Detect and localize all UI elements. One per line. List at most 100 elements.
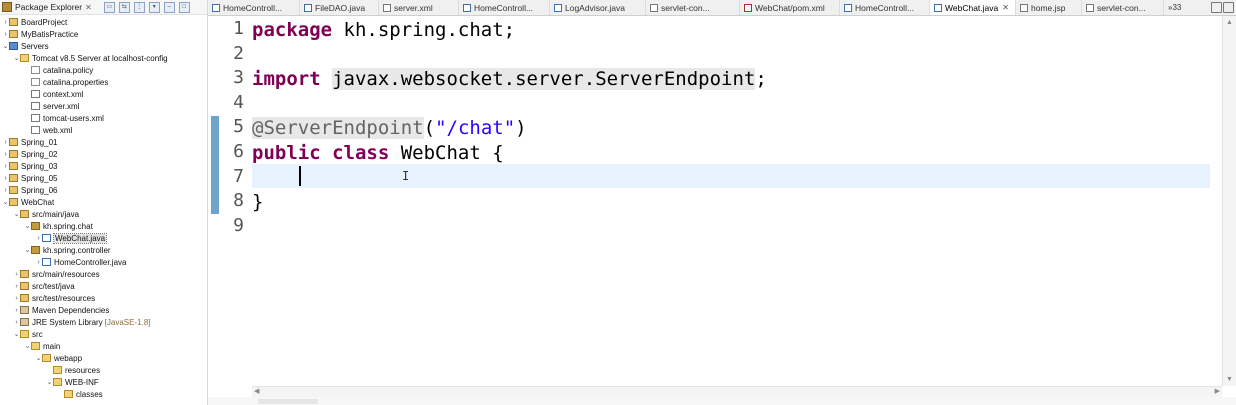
tree-item[interactable]: ⌄ main (0, 340, 207, 352)
expanded-chevron-icon[interactable]: ⌄ (24, 246, 31, 254)
tree-item[interactable]: ⌄ Servers (0, 40, 207, 52)
collapsed-chevron-icon[interactable]: › (35, 235, 42, 242)
tree-item[interactable]: catalina.policy (0, 64, 207, 76)
editor-tab[interactable]: FileDAO.java (300, 0, 379, 15)
tree-item[interactable]: › BoardProject (0, 16, 207, 28)
editor-tab[interactable]: server.xml (379, 0, 459, 15)
tree-item[interactable]: ⌄ webapp (0, 352, 207, 364)
filter-icon[interactable]: ⋮ (133, 1, 145, 13)
code-editor[interactable]: 1 2 34 5 6 7 89 package kh.spring.chat; import… (208, 16, 1222, 386)
expanded-chevron-icon[interactable]: ⌄ (35, 354, 42, 362)
scroll-down-icon[interactable]: ▼ (1226, 376, 1233, 383)
maximize-icon[interactable]: □ (178, 1, 190, 13)
tree-item[interactable]: › MyBatisPractice (0, 28, 207, 40)
close-icon[interactable]: ✕ (1002, 3, 1009, 12)
bottom-scroll-thumb[interactable] (258, 399, 318, 404)
tree-item[interactable]: ⌄ src/main/java (0, 208, 207, 220)
tree-item[interactable]: server.xml (0, 100, 207, 112)
collapsed-chevron-icon[interactable]: › (13, 295, 20, 302)
editor-tab[interactable]: LogAdvisor.java (550, 0, 646, 15)
tree-item[interactable]: ⌄ WEB-INF (0, 376, 207, 388)
java-file-icon (304, 3, 312, 12)
line-number: 5 (233, 116, 244, 138)
tree-item[interactable]: › Maven Dependencies (0, 304, 207, 316)
package-explorer-title[interactable]: Package Explorer (15, 2, 82, 12)
collapsed-chevron-icon[interactable]: › (13, 319, 20, 326)
collapsed-chevron-icon[interactable]: › (2, 151, 9, 158)
tree-item[interactable]: web.xml (0, 124, 207, 136)
tree-item[interactable]: context.xml (0, 88, 207, 100)
tree-item-label: catalina.properties (43, 77, 109, 87)
code-line-3[interactable]: import javax.websocket.server.ServerEndp… (252, 67, 767, 91)
expanded-chevron-icon[interactable]: ⌄ (24, 342, 31, 350)
collapse-all-icon[interactable]: ▭ (103, 1, 115, 13)
line-number: 2 (233, 42, 244, 64)
expanded-chevron-icon[interactable]: ⌄ (2, 198, 9, 206)
tree-item[interactable]: classes (0, 388, 207, 400)
close-icon[interactable]: ✕ (85, 3, 92, 12)
collapsed-chevron-icon[interactable]: › (2, 163, 9, 170)
closing-brace: } (252, 191, 264, 213)
code-line-8[interactable]: } (252, 190, 263, 214)
tree-item[interactable]: tomcat-users.xml (0, 112, 207, 124)
tree-item[interactable]: › Spring_03 (0, 160, 207, 172)
editor-tab[interactable]: servlet-con... (646, 0, 740, 15)
tree-item[interactable]: › src/test/java (0, 280, 207, 292)
tree-item[interactable]: ⌄ src (0, 328, 207, 340)
tree-item[interactable]: › Spring_06 (0, 184, 207, 196)
collapsed-chevron-icon[interactable]: › (2, 175, 9, 182)
collapsed-chevron-icon[interactable]: › (2, 19, 9, 26)
editor-minimize-button[interactable] (1211, 2, 1222, 13)
tree-item[interactable]: › Spring_02 (0, 148, 207, 160)
expanded-chevron-icon[interactable]: ⌄ (2, 42, 9, 50)
tabs-overflow-button[interactable]: »33 (1164, 0, 1185, 15)
tree-item[interactable]: catalina.properties (0, 76, 207, 88)
tree-item[interactable]: resources (0, 364, 207, 376)
collapsed-chevron-icon[interactable]: › (2, 31, 9, 38)
editor-tab[interactable]: servlet-con... (1082, 0, 1164, 15)
vertical-scrollbar[interactable]: ▲ ▼ (1222, 16, 1236, 386)
editor-tab[interactable]: WebChat/pom.xml (740, 0, 840, 15)
code-line-5[interactable]: @ServerEndpoint("/chat") (252, 116, 527, 140)
code-line-1[interactable]: package kh.spring.chat; (252, 18, 515, 42)
collapsed-chevron-icon[interactable]: › (2, 187, 9, 194)
editor-tab[interactable]: home.jsp (1016, 0, 1082, 15)
expanded-chevron-icon[interactable]: ⌄ (46, 378, 53, 386)
tree-item[interactable]: › HomeController.java (0, 256, 207, 268)
tree-item[interactable]: ⌄ kh.spring.controller (0, 244, 207, 256)
tree-item[interactable]: ⌄ WebChat (0, 196, 207, 208)
tree-item[interactable]: ⌄ kh.spring.chat (0, 220, 207, 232)
collapsed-chevron-icon[interactable]: › (13, 271, 20, 278)
collapsed-chevron-icon[interactable]: › (35, 259, 42, 266)
tree-item[interactable]: › WebChat.java (0, 232, 207, 244)
editor-tab[interactable]: HomeControll... (840, 0, 930, 15)
collapsed-chevron-icon[interactable]: › (13, 283, 20, 290)
scroll-up-icon[interactable]: ▲ (1226, 19, 1233, 26)
tree-item-label: Spring_02 (21, 149, 58, 159)
editor-tab[interactable]: HomeControll... (208, 0, 300, 15)
expanded-chevron-icon[interactable]: ⌄ (24, 222, 31, 230)
tree-item[interactable]: › src/test/resources (0, 292, 207, 304)
tree-item[interactable]: › src/main/resources (0, 268, 207, 280)
editor-maximize-button[interactable] (1223, 2, 1234, 13)
fold-icon (20, 54, 29, 62)
tree-item[interactable]: › Spring_01 (0, 136, 207, 148)
editor-tab[interactable]: HomeControll... (459, 0, 550, 15)
scroll-right-icon[interactable]: ▶ (1215, 387, 1220, 395)
link-with-editor-icon[interactable]: ⇆ (118, 1, 130, 13)
collapsed-chevron-icon[interactable]: › (13, 307, 20, 314)
code-line-6[interactable]: public class WebChat { (252, 141, 504, 165)
expanded-chevron-icon[interactable]: ⌄ (13, 210, 20, 218)
line-number: 1 (233, 18, 244, 39)
tree-item[interactable]: › Spring_05 (0, 172, 207, 184)
tree-item[interactable]: ⌄ Tomcat v8.5 Server at localhost-config (0, 52, 207, 64)
expanded-chevron-icon[interactable]: ⌄ (13, 330, 20, 338)
tree-item[interactable]: › JRE System Library [JavaSE-1.8] (0, 316, 207, 328)
editor-tab[interactable]: WebChat.java ✕ (930, 0, 1016, 15)
horizontal-scrollbar[interactable]: ◀ ▶ (252, 386, 1222, 397)
minimize-icon[interactable]: – (163, 1, 175, 13)
expanded-chevron-icon[interactable]: ⌄ (13, 54, 20, 62)
scroll-left-icon[interactable]: ◀ (254, 387, 259, 395)
view-menu-icon[interactable]: ▾ (148, 1, 160, 13)
collapsed-chevron-icon[interactable]: › (2, 139, 9, 146)
